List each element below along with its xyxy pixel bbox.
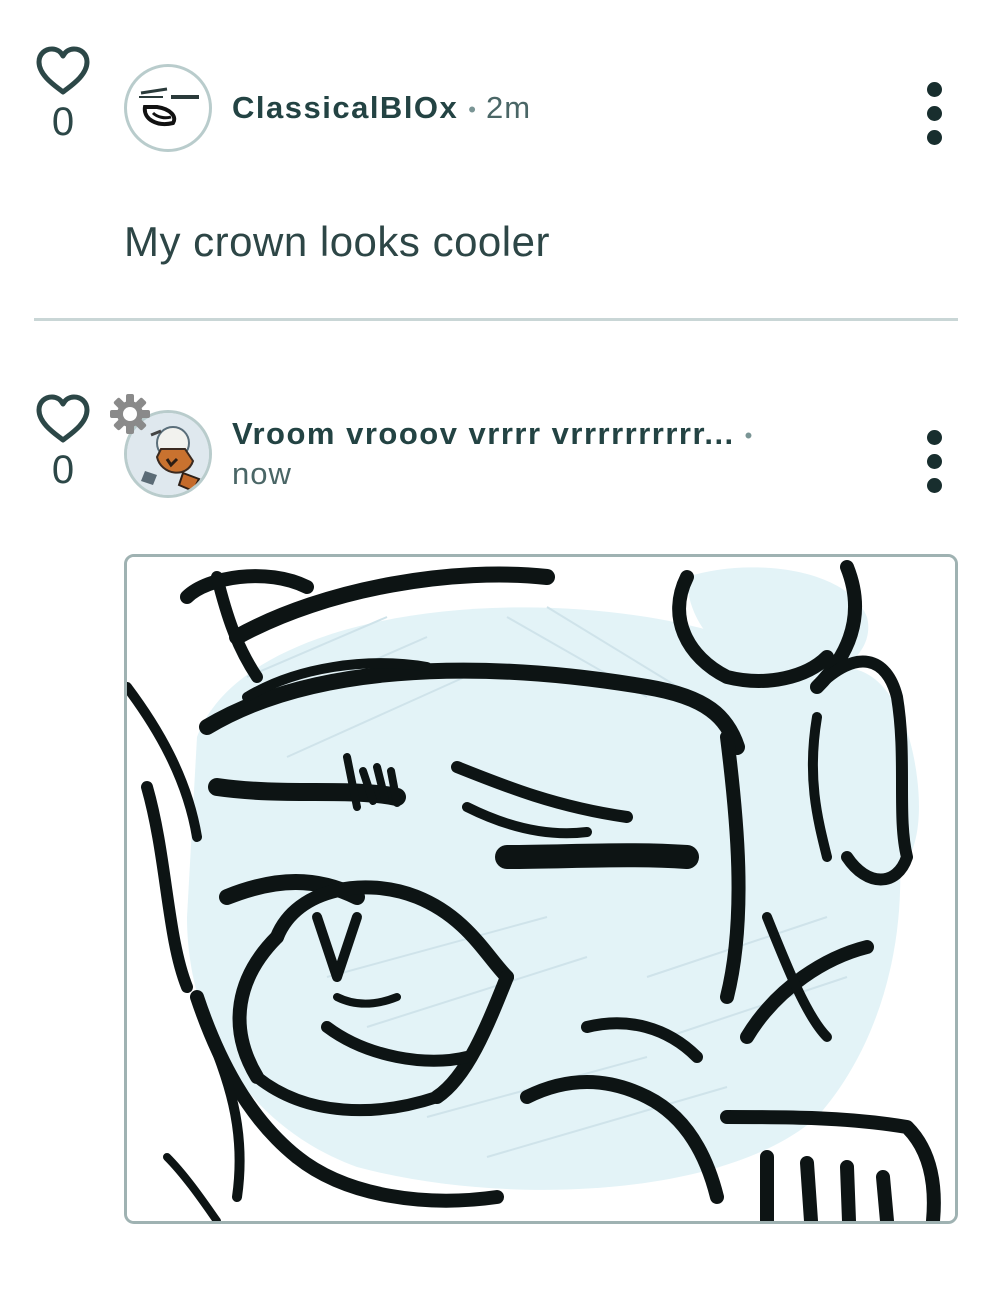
comment-meta: ClassicalBlOx • 2m — [232, 88, 531, 128]
sketch-image — [127, 557, 955, 1221]
attached-drawing[interactable] — [124, 554, 958, 1224]
more-options-button[interactable] — [922, 430, 946, 493]
like-column: 0 — [28, 46, 98, 142]
separator-dot: • — [744, 422, 753, 448]
more-vertical-icon-dot — [926, 430, 942, 445]
like-count: 0 — [51, 448, 75, 492]
gear-badge-icon — [110, 394, 150, 434]
username[interactable]: ClassicalBlOx — [232, 90, 458, 125]
timestamp: now — [232, 456, 292, 492]
like-column: 0 — [28, 394, 98, 490]
heart-outline-icon[interactable] — [35, 46, 91, 96]
separator-dot: • — [468, 96, 476, 122]
more-vertical-icon-dot — [926, 106, 942, 121]
username[interactable]: Vroom vrooov vrrrr vrrrrrrrrrr... — [232, 416, 735, 451]
timestamp: 2m — [486, 90, 532, 125]
like-count: 0 — [51, 100, 75, 144]
more-options-button[interactable] — [922, 82, 946, 145]
comment-text: My crown looks cooler — [124, 218, 550, 265]
heart-outline-icon[interactable] — [35, 394, 91, 444]
more-vertical-icon-dot — [926, 82, 942, 97]
more-vertical-icon-dot — [926, 478, 942, 493]
more-vertical-icon-dot — [926, 454, 942, 469]
more-vertical-icon-dot — [926, 130, 942, 145]
comment-divider — [34, 318, 958, 321]
avatar[interactable] — [124, 64, 212, 152]
comment-meta: Vroom vrooov vrrrr vrrrrrrrrrr... • now — [232, 414, 762, 495]
avatar-drawing — [139, 87, 199, 126]
